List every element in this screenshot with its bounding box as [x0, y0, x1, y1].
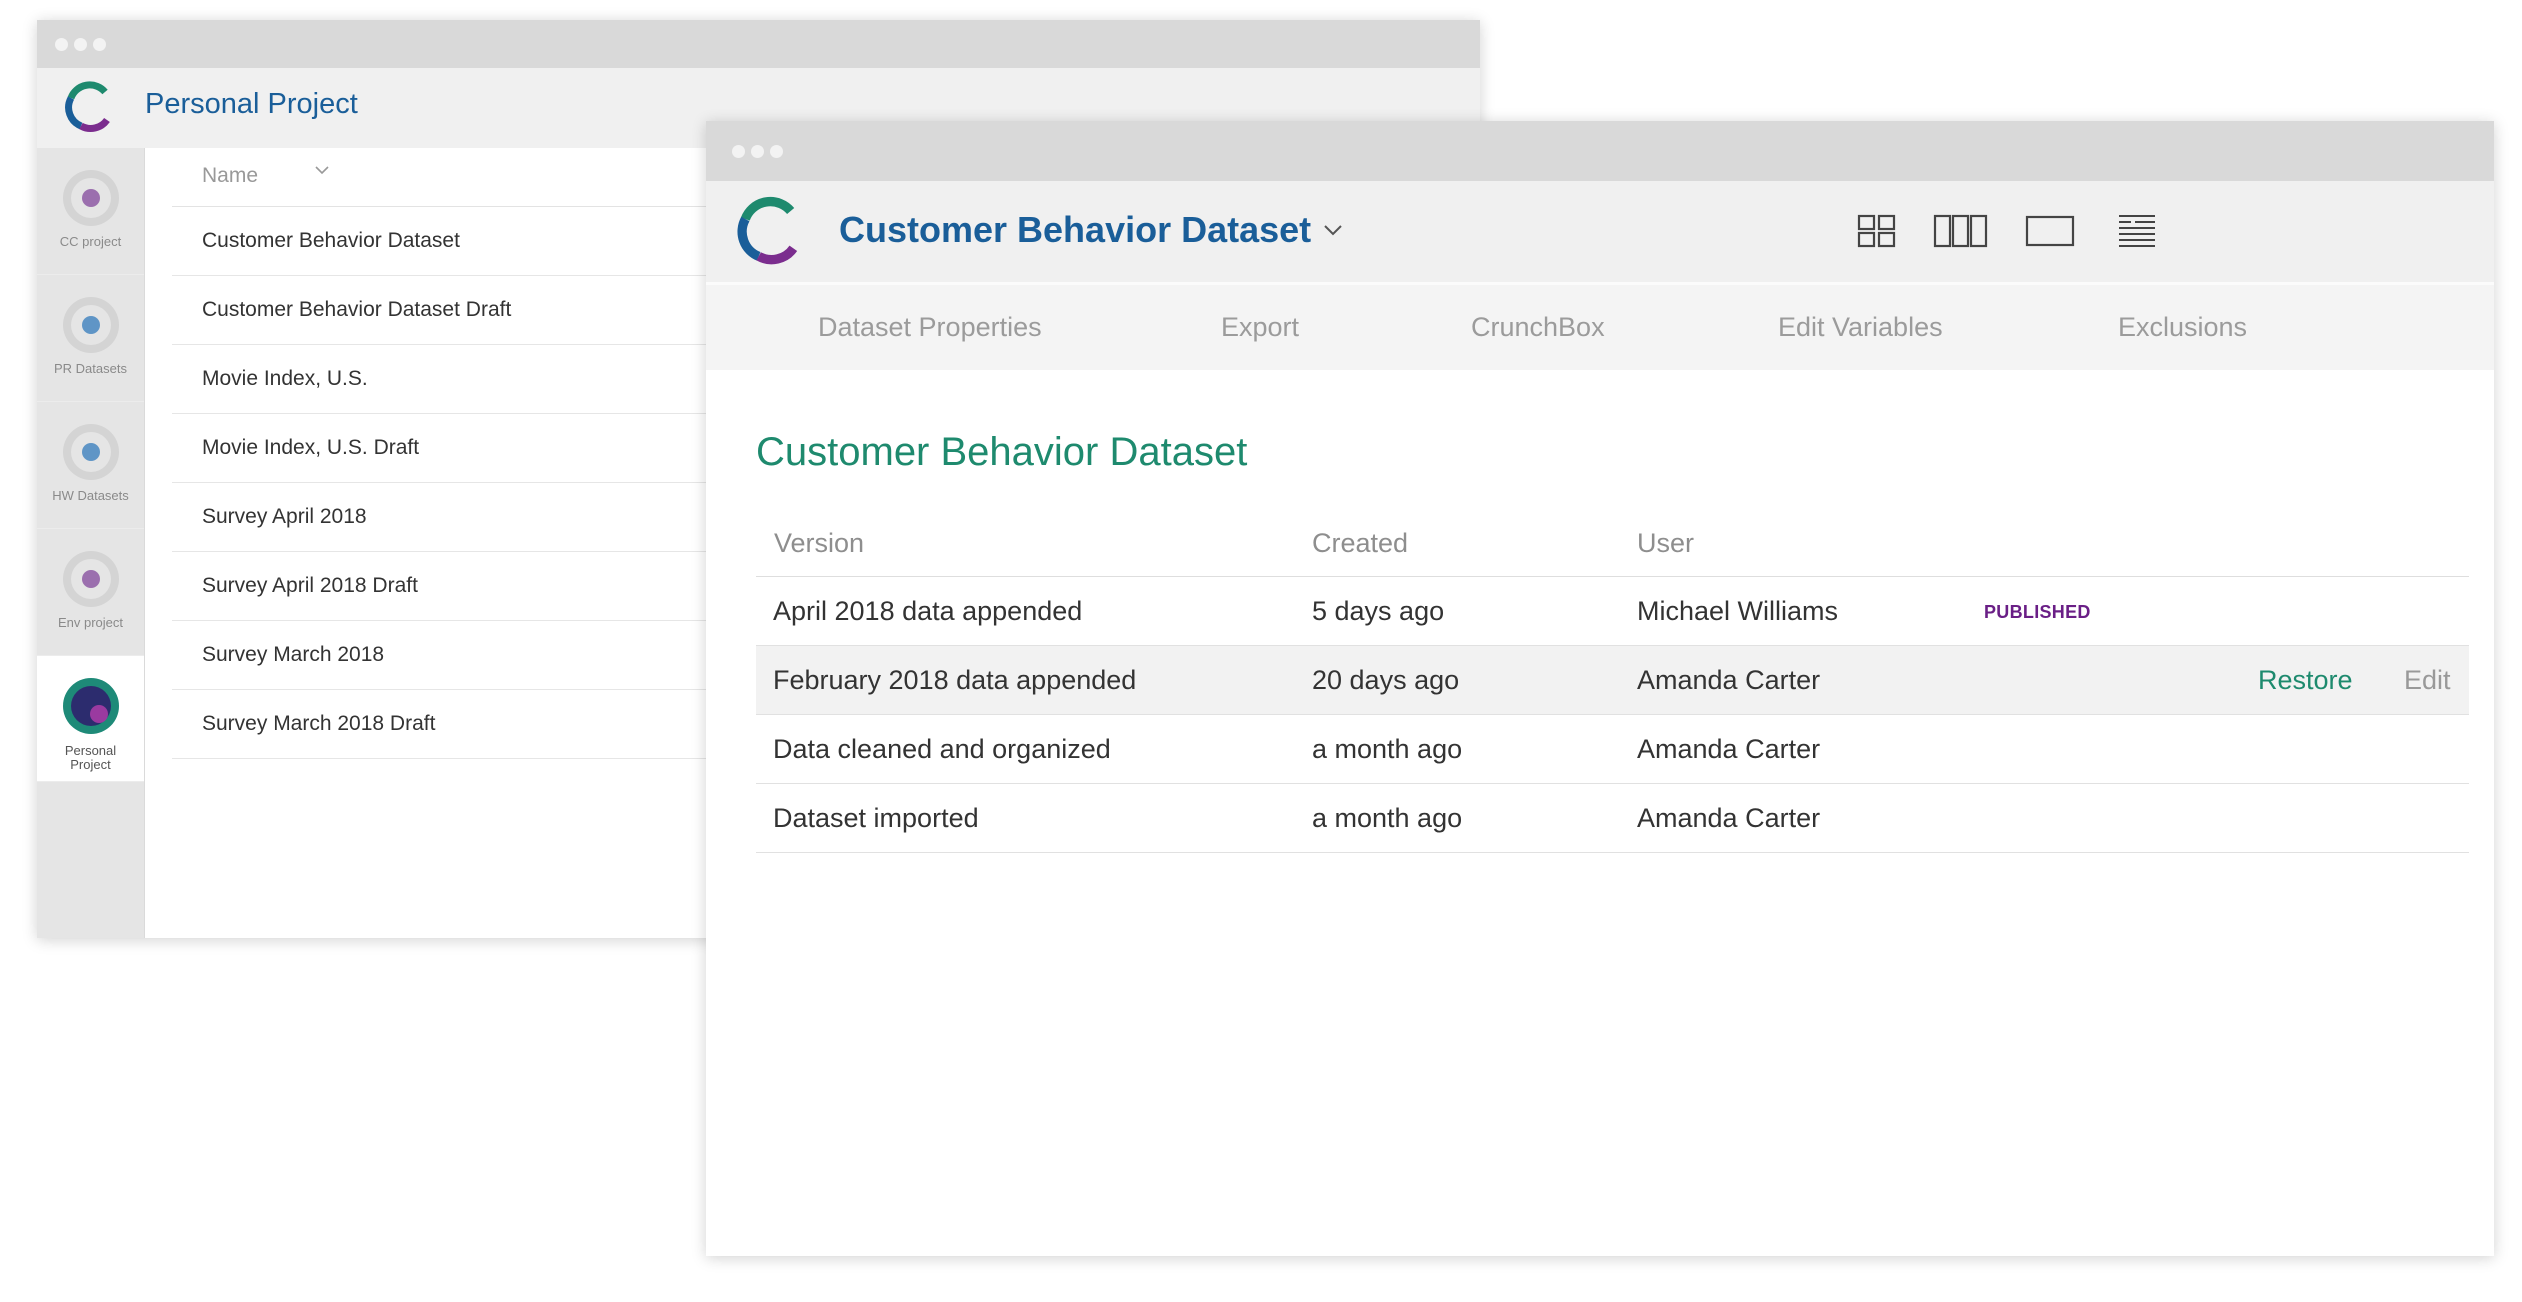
table-header: Version Created User	[756, 516, 2469, 577]
dataset-name: Customer Behavior Dataset Draft	[202, 298, 512, 321]
user-cell: Amanda Carter	[1637, 665, 1821, 695]
dataset-name: Survey March 2018 Draft	[202, 712, 436, 735]
maximize-dot[interactable]	[770, 145, 783, 158]
section-title: Customer Behavior Dataset	[756, 430, 1248, 474]
single-view-icon[interactable]	[2024, 213, 2076, 249]
project-ring-icon	[63, 678, 119, 734]
chevron-down-icon[interactable]	[1318, 215, 1348, 245]
user-column-header: User	[1637, 528, 1695, 558]
dataset-name: Customer Behavior Dataset	[202, 229, 460, 252]
table-row[interactable]: Data cleaned and organized a month ago A…	[756, 715, 2469, 784]
title-bar	[706, 121, 2494, 181]
tab-exclusions[interactable]: Exclusions	[2118, 312, 2247, 343]
version-cell: February 2018 data appended	[773, 665, 1137, 695]
version-column-header: Version	[774, 528, 865, 558]
project-ring-icon	[63, 170, 119, 226]
crunch-logo-icon	[65, 81, 110, 132]
project-ring-icon	[63, 424, 119, 480]
dataset-name: Survey April 2018 Draft	[202, 574, 418, 597]
dataset-header: Customer Behavior Dataset	[706, 181, 2494, 285]
sidebar-item-label: HW Datasets	[52, 488, 129, 503]
tab-edit-variables[interactable]: Edit Variables	[1778, 312, 1943, 343]
restore-button[interactable]: Restore	[2258, 665, 2353, 696]
table-row[interactable]: Dataset imported a month ago Amanda Cart…	[756, 784, 2469, 853]
name-column-header[interactable]: Name	[202, 164, 258, 188]
user-cell: Amanda Carter	[1637, 734, 1821, 764]
sidebar-item-cc-project[interactable]: CC project	[37, 148, 144, 275]
published-badge: PUBLISHED	[1984, 602, 2091, 622]
version-cell: April 2018 data appended	[773, 596, 1083, 626]
sidebar-item-label: PR Datasets	[54, 361, 127, 376]
close-dot[interactable]	[732, 145, 745, 158]
edit-button[interactable]: Edit	[2404, 665, 2451, 696]
dataset-tabs: Dataset Properties Export CrunchBox Edit…	[706, 285, 2494, 370]
dataset-name: Survey April 2018	[202, 505, 367, 528]
sidebar-item-label: CC project	[59, 234, 122, 249]
list-view-icon[interactable]	[2111, 213, 2163, 249]
sidebar-item-pr-datasets[interactable]: PR Datasets	[37, 275, 144, 402]
tab-dataset-properties[interactable]: Dataset Properties	[818, 312, 1042, 343]
created-cell: 5 days ago	[1312, 596, 1445, 626]
sidebar-item-label: Env project	[57, 615, 124, 630]
grid-view-icon[interactable]	[1851, 213, 1903, 249]
user-cell: Michael Williams	[1637, 596, 1839, 626]
close-dot[interactable]	[55, 38, 68, 51]
crunch-logo-icon	[737, 196, 798, 265]
sidebar-item-label: Personal Project	[64, 743, 117, 772]
dataset-window: Customer Behavior Dataset Dataset Proper…	[706, 121, 2494, 1256]
created-cell: a month ago	[1312, 734, 1463, 764]
sidebar-item-hw-datasets[interactable]: HW Datasets	[37, 402, 144, 529]
created-cell: 20 days ago	[1312, 665, 1460, 695]
sidebar-item-env-project[interactable]: Env project	[37, 529, 144, 656]
dataset-name: Survey March 2018	[202, 643, 385, 666]
tab-export[interactable]: Export	[1221, 312, 1299, 343]
user-cell: Amanda Carter	[1637, 803, 1821, 833]
version-cell: Dataset imported	[773, 803, 979, 833]
table-row[interactable]: April 2018 data appended 5 days ago Mich…	[756, 577, 2469, 646]
project-sidebar: CC project PR Datasets HW Datasets Env p…	[37, 148, 145, 938]
window-controls[interactable]	[55, 38, 106, 51]
dataset-title[interactable]: Customer Behavior Dataset	[839, 209, 1311, 251]
dataset-name: Movie Index, U.S. Draft	[202, 436, 420, 459]
project-ring-icon	[63, 297, 119, 353]
window-controls[interactable]	[732, 145, 783, 158]
minimize-dot[interactable]	[751, 145, 764, 158]
columns-view-icon[interactable]	[1931, 213, 1991, 249]
project-title: Personal Project	[145, 88, 358, 120]
sidebar-item-personal-project[interactable]: Personal Project	[37, 656, 144, 782]
chevron-down-icon[interactable]	[312, 160, 332, 180]
created-column-header: Created	[1312, 528, 1409, 558]
dataset-name: Movie Index, U.S.	[202, 367, 368, 390]
versions-table: Version Created User April 2018 data app…	[756, 516, 2469, 853]
minimize-dot[interactable]	[74, 38, 87, 51]
title-bar	[37, 20, 1480, 68]
maximize-dot[interactable]	[93, 38, 106, 51]
created-cell: a month ago	[1312, 803, 1463, 833]
version-cell: Data cleaned and organized	[773, 734, 1111, 764]
table-row[interactable]: February 2018 data appended 20 days ago …	[756, 646, 2469, 715]
project-ring-icon	[63, 551, 119, 607]
tab-crunchbox[interactable]: CrunchBox	[1471, 312, 1605, 343]
